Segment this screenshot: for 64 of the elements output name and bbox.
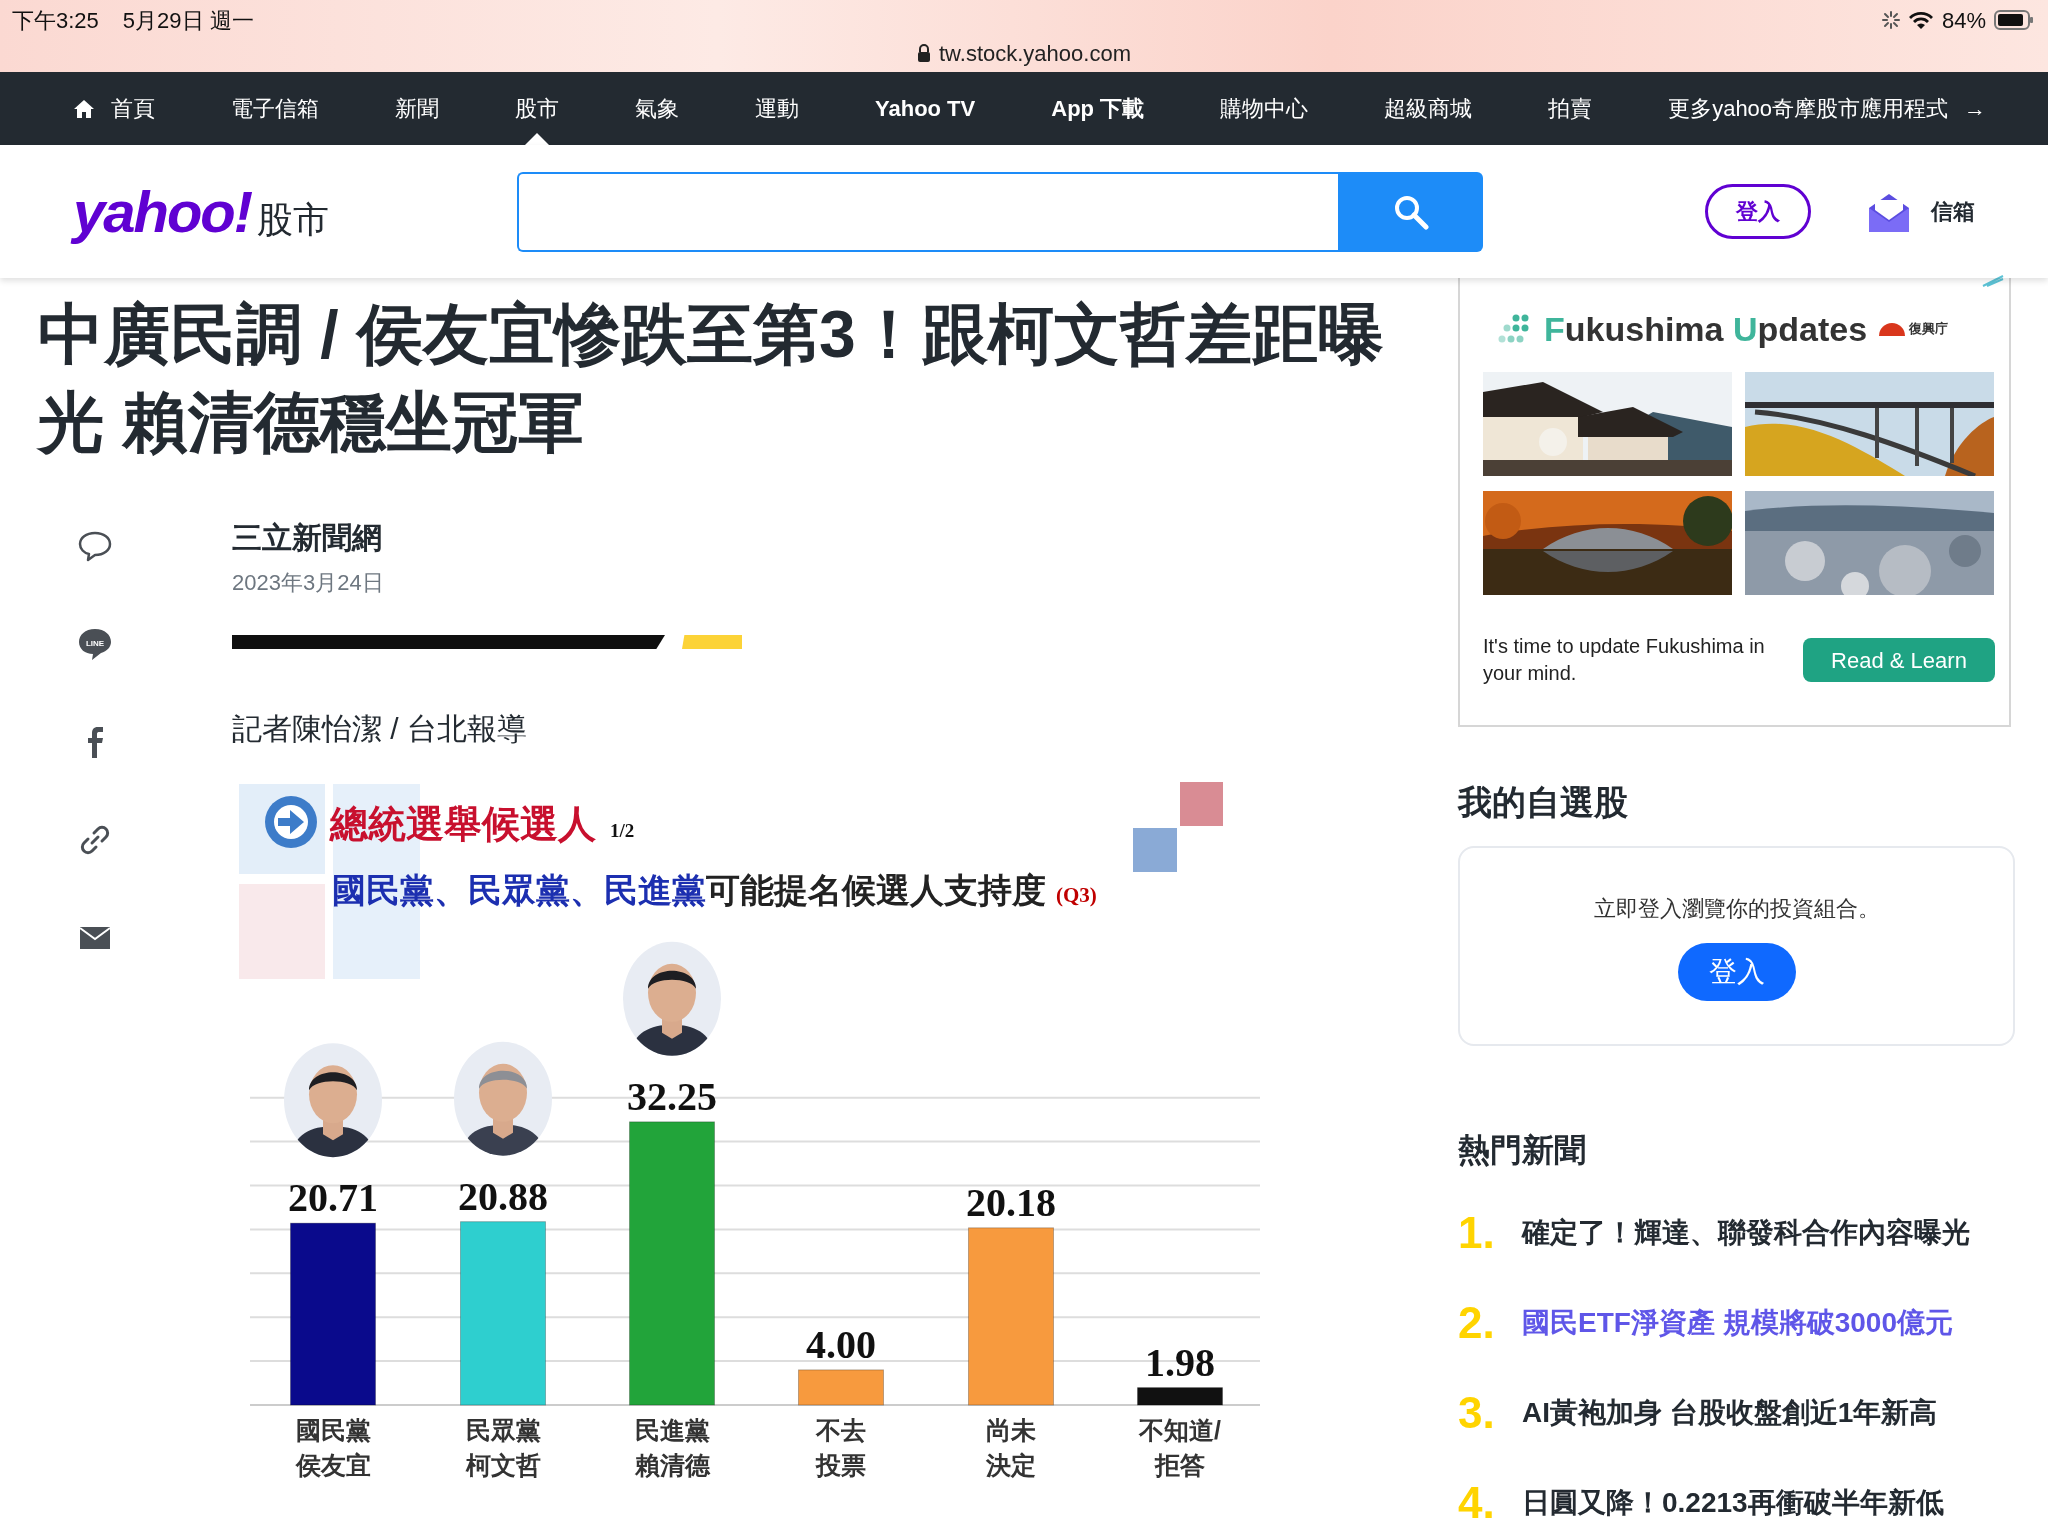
category-label: 國民黨侯友宜	[294, 1415, 372, 1481]
news-link[interactable]: 國民ETF淨資產 規模將破3000億元	[1522, 1302, 1953, 1344]
status-date: 5月29日 週一	[122, 6, 254, 35]
rank-number: 1.	[1458, 1207, 1496, 1259]
watchlist-heading: 我的自選股	[1458, 782, 1629, 823]
news-link[interactable]: 確定了！輝達、聯發科合作內容曝光	[1522, 1212, 1970, 1254]
chart-title: 總統選舉候選人	[330, 803, 596, 845]
value-label: 20.18	[966, 1179, 1056, 1225]
nav-tab[interactable]: 新聞	[395, 72, 439, 145]
value-label: 4.00	[806, 1321, 876, 1367]
nav-tab[interactable]: 更多yahoo奇摩股市應用程式 →	[1668, 72, 1987, 145]
reporter-byline: 記者陳怡潔 / 台北報導	[232, 711, 528, 747]
battery-icon	[1994, 10, 2034, 30]
url-text[interactable]: tw.stock.yahoo.com	[939, 36, 1131, 70]
activity-spinner-icon	[1881, 11, 1900, 29]
nav-tab[interactable]: 氣象	[635, 72, 679, 145]
nav-tab[interactable]: 超級商城	[1384, 72, 1473, 145]
nav-tab[interactable]: Yahoo TV	[875, 72, 976, 145]
battery-percent: 84%	[1941, 6, 1986, 35]
value-label: 1.98	[1145, 1339, 1215, 1385]
news-link[interactable]: 日圓又降！0.2213再衝破半年新低	[1522, 1482, 1944, 1524]
wifi-icon	[1907, 10, 1934, 30]
ad-card[interactable]: Fukushima Updates 復興庁 It's time to update Fukushima in your mind. Read & Learn	[1458, 278, 2011, 727]
search-field[interactable]	[517, 171, 1338, 252]
nav-tab[interactable]: 運動	[755, 72, 799, 145]
login-button[interactable]: 登入	[1705, 184, 1811, 239]
chart-subtitle: 國民黨、民眾黨、民進黨可能提名候選人支持度	[332, 871, 1046, 909]
dots-logo-icon	[1498, 314, 1530, 344]
nav-tab[interactable]: 電子信箱	[231, 72, 319, 145]
article-title: 中廣民調 / 侯友宜慘跌至第3！跟柯文哲差距曝光 賴清德穩坐冠軍	[38, 296, 1385, 461]
value-label: 32.25	[627, 1073, 717, 1119]
ad-text: It's time to update Fukushima in your mind.	[1483, 634, 1766, 686]
article-source[interactable]: 三立新聞網	[232, 518, 1260, 558]
nav-tab[interactable]: 股市	[515, 72, 559, 145]
rank-number: 4.	[1458, 1477, 1496, 1529]
page-number: 1/2	[610, 820, 635, 841]
line-icon[interactable]: LINE	[77, 626, 113, 662]
nav-tab[interactable]: 拍賣	[1548, 72, 1593, 145]
category-label: 不去投票	[815, 1415, 867, 1481]
nav-tab[interactable]: App 下載	[1051, 72, 1145, 145]
article-date: 2023年3月24日	[232, 569, 385, 597]
login-button[interactable]: 登入	[1677, 942, 1796, 1001]
watchlist-message: 立即登入瀏覽你的投資組合。	[1593, 894, 1880, 923]
category-label: 不知道/拒答	[1137, 1415, 1222, 1481]
news-link[interactable]: AI黃袍加身 台股收盤創近1年新高	[1522, 1392, 1938, 1434]
category-label: 尚未決定	[985, 1415, 1037, 1481]
value-label: 20.88	[458, 1173, 548, 1219]
category-label: 民進黨賴清德	[633, 1415, 712, 1481]
mail-link[interactable]: 信箱	[1931, 195, 1975, 228]
trending-heading: 熱門新聞	[1458, 1131, 1587, 1170]
agency-name: 復興庁	[1909, 320, 1949, 339]
ad-title: Fukushima Updates	[1544, 308, 1868, 350]
search-button[interactable]	[1338, 171, 1483, 252]
category-label: 民眾黨柯文哲	[464, 1415, 542, 1481]
nav-tab[interactable]: 首頁	[73, 72, 155, 145]
clock-time: 下午3:25	[12, 6, 99, 35]
rank-number: 2.	[1458, 1297, 1496, 1349]
home-icon	[73, 98, 95, 119]
rank-number: 3.	[1458, 1387, 1496, 1439]
nav-tab[interactable]: 購物中心	[1220, 72, 1309, 145]
value-label: 20.71	[288, 1175, 378, 1221]
question-label: (Q3)	[1056, 883, 1097, 907]
search-icon	[1392, 193, 1429, 230]
lock-icon	[917, 44, 931, 62]
